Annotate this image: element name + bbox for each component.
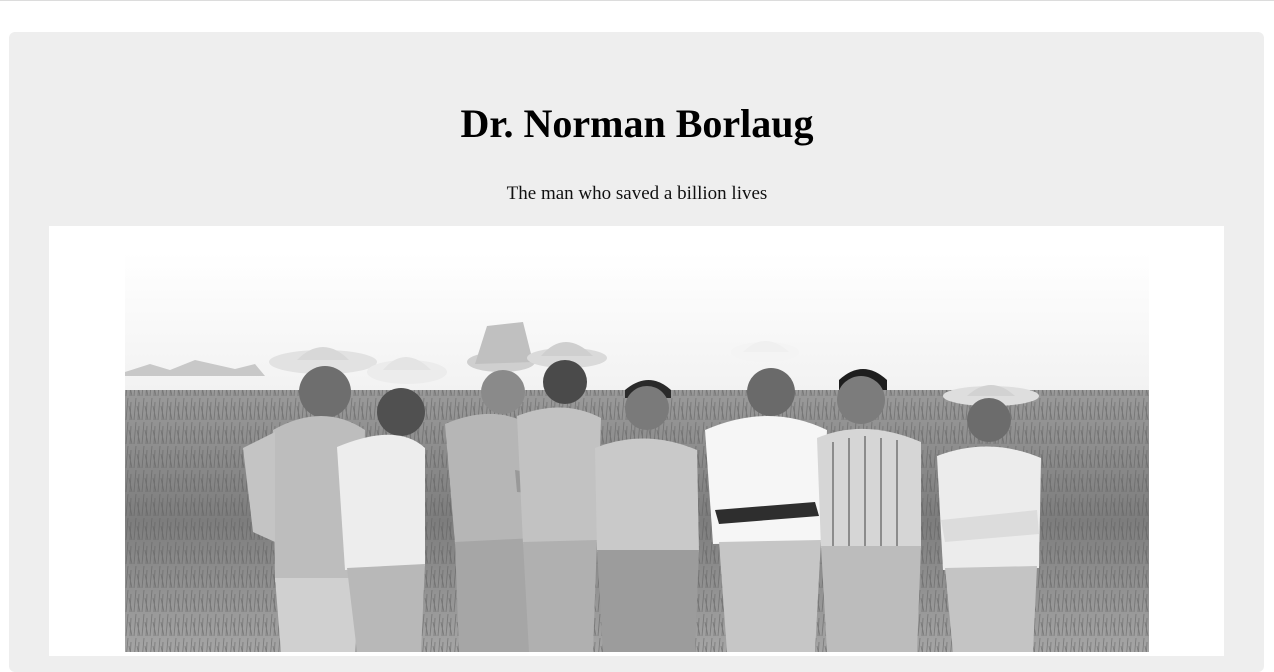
- borlaug-photo: [125, 252, 1149, 652]
- top-divider: [0, 0, 1274, 1]
- photo-thumbnail: [49, 226, 1224, 656]
- tagline: The man who saved a billion lives: [506, 183, 768, 204]
- sky: [125, 252, 1149, 392]
- page-title: Dr. Norman Borlaug: [460, 101, 814, 146]
